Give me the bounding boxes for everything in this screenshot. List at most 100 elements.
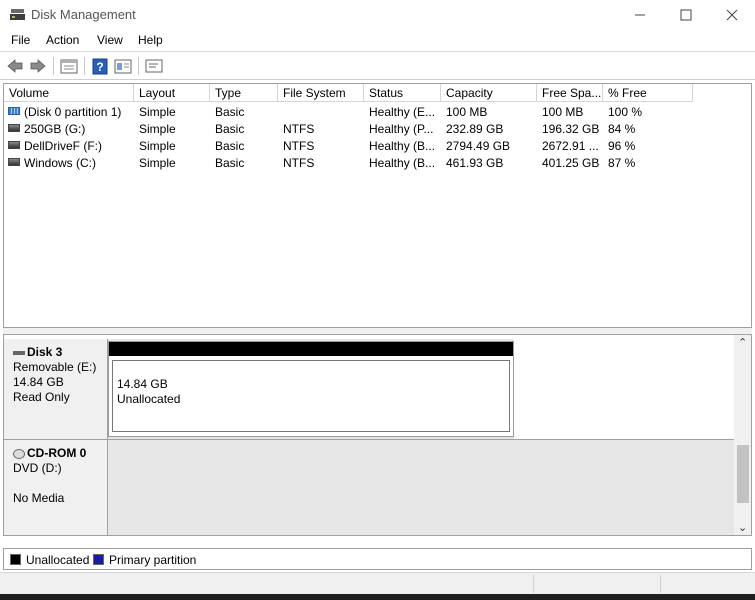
- volume-list: Volume Layout Type File System Status Ca…: [3, 83, 752, 328]
- volume-icon: [8, 158, 20, 166]
- cell-status: Healthy (E...: [369, 105, 436, 119]
- disk-row-disk-3: Disk 3 Removable (E:) 14.84 GB Read Only…: [4, 339, 734, 439]
- maximize-button[interactable]: [663, 0, 709, 30]
- taskbar-edge: [0, 594, 755, 600]
- cell-capacity: 100 MB: [446, 105, 488, 119]
- cell-free-space: 196.32 GB: [542, 122, 600, 136]
- scroll-up-arrow-icon[interactable]: ⌃: [738, 336, 747, 349]
- status-divider: [533, 575, 534, 593]
- window-title: Disk Management: [31, 7, 136, 22]
- toolbar-separator: [53, 57, 54, 75]
- minimize-icon: [635, 14, 645, 16]
- partition-details: 14.84 GB Unallocated: [112, 360, 510, 432]
- cell-volume: DellDriveF (F:): [24, 139, 102, 153]
- volume-icon: [8, 141, 20, 149]
- cell-volume: (Disk 0 partition 1): [24, 105, 122, 119]
- disk-status: No Media: [13, 491, 65, 505]
- cell-status: Healthy (B...: [369, 139, 436, 153]
- cell-free-space: 401.25 GB: [542, 156, 600, 170]
- legend-label-primary-partition: Primary partition: [109, 553, 197, 567]
- column-header-volume[interactable]: Volume: [4, 84, 134, 102]
- cell-type: Basic: [215, 105, 245, 119]
- cell-capacity: 461.93 GB: [446, 156, 504, 170]
- disk-size: 14.84 GB: [13, 375, 64, 389]
- cell-status: Healthy (B...: [369, 156, 436, 170]
- scroll-thumb[interactable]: [737, 445, 749, 503]
- partition-label: Unallocated: [117, 392, 181, 406]
- cell-status: Healthy (P...: [369, 122, 434, 136]
- table-row[interactable]: Windows (C:) Simple Basic NTFS Healthy (…: [4, 154, 751, 171]
- disk-map: Disk 3 Removable (E:) 14.84 GB Read Only…: [3, 334, 752, 536]
- console-icon[interactable]: [145, 56, 163, 76]
- legend: Unallocated Primary partition: [3, 548, 752, 570]
- cell-free-space: 2672.91 ...: [542, 139, 599, 153]
- cell-percent-free: 84 %: [608, 122, 636, 136]
- cell-percent-free: 96 %: [608, 139, 636, 153]
- disk-size: [13, 476, 107, 491]
- cell-capacity: 232.89 GB: [446, 122, 504, 136]
- disk-status: Read Only: [13, 390, 70, 404]
- disk-type: DVD (D:): [13, 461, 62, 475]
- disk-list-icon[interactable]: [60, 56, 78, 76]
- disk-name: Disk 3: [27, 345, 63, 359]
- minimize-button[interactable]: [617, 0, 663, 30]
- cell-layout: Simple: [139, 156, 176, 170]
- volume-icon: [8, 124, 20, 132]
- menu-help[interactable]: Help: [138, 33, 163, 47]
- cell-type: Basic: [215, 122, 245, 136]
- column-header-free-space[interactable]: Free Spa...: [537, 84, 603, 102]
- table-row[interactable]: 250GB (G:) Simple Basic NTFS Healthy (P.…: [4, 120, 751, 137]
- disk-row-cd-rom-0: CD-ROM 0 DVD (D:) No Media: [4, 439, 734, 535]
- cell-layout: Simple: [139, 122, 176, 136]
- column-header-file-system[interactable]: File System: [278, 84, 364, 102]
- cell-percent-free: 100 %: [608, 105, 643, 119]
- legend-swatch-unallocated: [10, 554, 21, 565]
- disk-info-disk-3[interactable]: Disk 3 Removable (E:) 14.84 GB Read Only: [4, 339, 108, 439]
- disk-area-disk-3: 14.84 GB Unallocated: [108, 339, 514, 439]
- close-button[interactable]: [709, 0, 755, 30]
- cell-capacity: 2794.49 GB: [446, 139, 511, 153]
- toolbar-separator: [138, 57, 139, 75]
- help-icon[interactable]: ?: [91, 56, 109, 76]
- legend-label-unallocated: Unallocated: [26, 553, 90, 567]
- back-arrow-icon[interactable]: [6, 56, 24, 76]
- table-row[interactable]: (Disk 0 partition 1) Simple Basic Health…: [4, 103, 751, 120]
- menu-view[interactable]: View: [97, 33, 123, 47]
- partition-unallocated[interactable]: 14.84 GB Unallocated: [108, 341, 514, 437]
- cell-layout: Simple: [139, 105, 176, 119]
- vertical-scrollbar[interactable]: ⌃ ⌄: [734, 335, 751, 535]
- forward-arrow-icon[interactable]: [29, 56, 47, 76]
- removable-disk-icon: [13, 350, 25, 355]
- cell-percent-free: 87 %: [608, 156, 636, 170]
- disk-type: Removable (E:): [13, 360, 97, 374]
- legend-swatch-primary-partition: [93, 554, 104, 565]
- disk-name: CD-ROM 0: [27, 446, 87, 460]
- scroll-down-arrow-icon[interactable]: ⌄: [738, 521, 747, 534]
- cell-volume: 250GB (G:): [24, 122, 86, 136]
- close-icon: [726, 9, 738, 21]
- cell-type: Basic: [215, 139, 245, 153]
- partition-size: 14.84 GB: [117, 377, 168, 391]
- menu-bar: File Action View Help: [0, 30, 755, 52]
- volume-icon: [8, 107, 20, 115]
- cd-rom-icon: [13, 448, 25, 459]
- column-header-capacity[interactable]: Capacity: [441, 84, 537, 102]
- column-header-percent-free[interactable]: % Free: [603, 84, 693, 102]
- maximize-icon: [680, 9, 692, 21]
- cell-file-system: NTFS: [283, 156, 315, 170]
- title-bar: Disk Management: [0, 0, 755, 30]
- disk-management-icon: [10, 9, 25, 20]
- column-header-status[interactable]: Status: [364, 84, 441, 102]
- disk-area-cd-rom-0: [108, 439, 734, 535]
- column-header-type[interactable]: Type: [210, 84, 278, 102]
- menu-file[interactable]: File: [11, 33, 30, 47]
- toolbar-separator: [84, 57, 85, 75]
- menu-action[interactable]: Action: [46, 33, 79, 47]
- table-row[interactable]: DellDriveF (F:) Simple Basic NTFS Health…: [4, 137, 751, 154]
- properties-icon[interactable]: [114, 56, 132, 76]
- disk-info-cd-rom-0[interactable]: CD-ROM 0 DVD (D:) No Media: [4, 439, 108, 535]
- column-header-layout[interactable]: Layout: [134, 84, 210, 102]
- cell-type: Basic: [215, 156, 245, 170]
- toolbar: ?: [0, 53, 755, 80]
- status-bar: [0, 572, 755, 594]
